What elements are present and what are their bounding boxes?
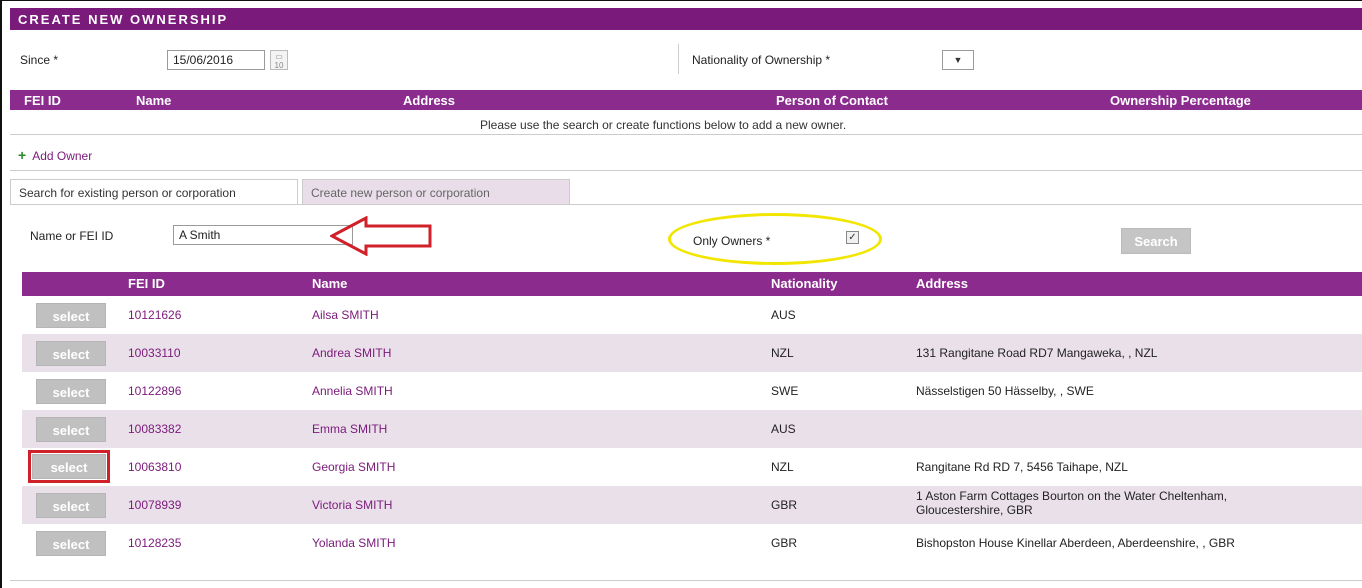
results-header-nationality: Nationality: [771, 276, 838, 291]
nationality-cell: AUS: [771, 422, 796, 436]
person-name-link[interactable]: Emma SMITH: [312, 422, 387, 436]
nationality-dropdown[interactable]: ▼: [942, 50, 974, 70]
fei-id-link[interactable]: 10122896: [128, 384, 181, 398]
address-cell: 1 Aston Farm Cottages Bourton on the Wat…: [916, 489, 1227, 517]
table-row: select 10063810 Georgia SMITH NZL Rangit…: [22, 448, 1362, 486]
results-header-fei-id: FEI ID: [128, 276, 165, 291]
person-name-link[interactable]: Victoria SMITH: [312, 498, 392, 512]
check-icon: ✓: [848, 232, 857, 243]
address-cell: 131 Rangitane Road RD7 Mangaweka, , NZL: [916, 346, 1158, 360]
address-cell: Nässelstigen 50 Hässelby, , SWE: [916, 384, 1094, 398]
table-row: select 10033110 Andrea SMITH NZL 131 Ran…: [22, 334, 1362, 372]
nationality-cell: NZL: [771, 460, 794, 474]
owners-header-percentage: Ownership Percentage: [1110, 93, 1251, 108]
red-arrow-annotation: [330, 216, 432, 256]
name-or-fei-input[interactable]: [173, 225, 353, 245]
nationality-cell: AUS: [771, 308, 796, 322]
address-cell: Bishopston House Kinellar Aberdeen, Aber…: [916, 536, 1235, 550]
select-button-highlighted[interactable]: select: [28, 450, 110, 483]
divider: [678, 44, 679, 74]
select-button[interactable]: select: [36, 303, 106, 328]
select-button[interactable]: select: [36, 417, 106, 442]
select-button[interactable]: select: [36, 379, 106, 404]
results-header: FEI ID Name Nationality Address: [22, 272, 1362, 296]
nationality-cell: SWE: [771, 384, 799, 398]
person-name-link[interactable]: Georgia SMITH: [312, 460, 395, 474]
chevron-down-icon: ▼: [953, 55, 963, 65]
owners-header-contact: Person of Contact: [776, 93, 888, 108]
only-owners-checkbox[interactable]: ✓: [846, 231, 859, 244]
add-owner-label: Add Owner: [32, 149, 93, 163]
select-button[interactable]: select: [36, 493, 106, 518]
fei-id-link[interactable]: 10063810: [128, 460, 181, 474]
table-row: select 10078939 Victoria SMITH GBR 1 Ast…: [22, 486, 1362, 524]
table-row: select 10121626 Ailsa SMITH AUS: [22, 296, 1362, 334]
tab-search-existing[interactable]: Search for existing person or corporatio…: [10, 179, 298, 205]
nationality-cell: GBR: [771, 498, 798, 512]
select-button[interactable]: select: [36, 341, 106, 366]
fei-id-link[interactable]: 10121626: [128, 308, 181, 322]
owners-table-header: FEI ID Name Address Person of Contact Ow…: [10, 90, 1362, 110]
plus-icon: +: [18, 147, 27, 163]
fei-id-link[interactable]: 10033110: [128, 346, 181, 360]
person-name-link[interactable]: Yolanda SMITH: [312, 536, 396, 550]
fei-id-link[interactable]: 10078939: [128, 498, 181, 512]
tab-create-new[interactable]: Create new person or corporation: [302, 179, 570, 205]
calendar-icon[interactable]: ▭ 10: [270, 50, 288, 70]
owners-header-name: Name: [136, 93, 172, 108]
nationality-cell: NZL: [771, 346, 794, 360]
divider: [10, 170, 1362, 171]
search-button[interactable]: Search: [1121, 228, 1191, 254]
person-name-link[interactable]: Annelia SMITH: [312, 384, 393, 398]
owners-header-address: Address: [403, 93, 456, 108]
divider: [10, 580, 1362, 581]
results-table: FEI ID Name Nationality Address select 1…: [22, 272, 1362, 562]
address-line-1: 1 Aston Farm Cottages Bourton on the Wat…: [916, 489, 1228, 503]
nationality-label: Nationality of Ownership *: [692, 53, 831, 67]
person-name-link[interactable]: Andrea SMITH: [312, 346, 391, 360]
table-row: select 10128235 Yolanda SMITH GBR Bishop…: [22, 524, 1362, 562]
table-row: select 10122896 Annelia SMITH SWE Nässel…: [22, 372, 1362, 410]
fei-id-link[interactable]: 10128235: [128, 536, 181, 550]
table-row: select 10083382 Emma SMITH AUS: [22, 410, 1362, 448]
only-owners-label: Only Owners *: [693, 234, 771, 248]
section-title: CREATE NEW OWNERSHIP: [10, 8, 1362, 30]
owners-empty-message: Please use the search or create function…: [480, 118, 847, 132]
fei-id-link[interactable]: 10083382: [128, 422, 181, 436]
results-header-address: Address: [916, 276, 969, 291]
owners-header-fei-id: FEI ID: [24, 93, 61, 108]
address-line-2: Gloucestershire, GBR: [916, 503, 1033, 517]
since-date-input[interactable]: [167, 50, 265, 70]
divider: [10, 134, 1362, 135]
since-label: Since *: [20, 53, 59, 67]
results-header-name: Name: [312, 276, 348, 291]
add-owner-link[interactable]: + Add Owner: [18, 147, 92, 163]
name-or-fei-label: Name or FEI ID: [30, 229, 114, 243]
select-button[interactable]: select: [36, 531, 106, 556]
address-cell: Rangitane Rd RD 7, 5456 Taihape, NZL: [916, 460, 1128, 474]
nationality-cell: GBR: [771, 536, 798, 550]
person-name-link[interactable]: Ailsa SMITH: [312, 308, 379, 322]
